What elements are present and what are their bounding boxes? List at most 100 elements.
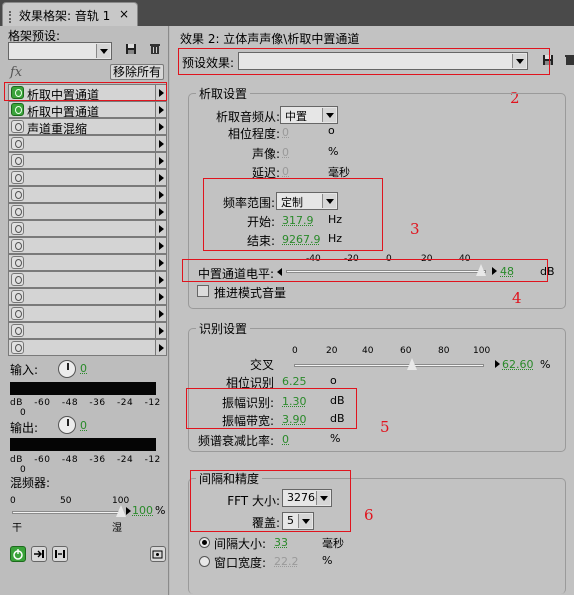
mixer-unit: % [155, 504, 165, 517]
expand-arrow-icon[interactable] [155, 238, 166, 253]
chevron-down-icon[interactable] [96, 44, 110, 58]
phase-recog-value[interactable]: 6.25 [282, 375, 307, 388]
save-preset-icon[interactable] [123, 43, 139, 59]
expand-arrow-icon[interactable] [155, 221, 166, 236]
output-label: 输出: [10, 419, 38, 436]
crossover-slider-thumb[interactable] [407, 358, 417, 370]
tab-effects-rack[interactable]: 效果格架: 音轨 1 × [2, 2, 138, 26]
window-width-radio[interactable] [199, 556, 210, 567]
delete-preset-icon[interactable] [147, 43, 163, 59]
drag-grip-icon[interactable] [9, 11, 15, 23]
rack-slot[interactable] [8, 322, 167, 339]
power-icon[interactable] [11, 239, 24, 252]
rack-preset-select[interactable] [8, 42, 112, 60]
chevron-down-icon[interactable] [322, 108, 336, 122]
pan-value[interactable]: 0 [282, 146, 289, 159]
rack-slot[interactable] [8, 237, 167, 254]
annotation-box-2 [178, 48, 550, 75]
input-gain-knob[interactable] [58, 360, 76, 378]
phase-value[interactable]: 0 [282, 126, 289, 139]
interval-size-radio[interactable] [199, 537, 210, 548]
expand-arrow-icon[interactable] [155, 204, 166, 219]
insert-effect-icon[interactable] [31, 546, 47, 562]
rack-slot[interactable] [8, 152, 167, 169]
expand-arrow-icon[interactable] [155, 170, 166, 185]
crossover-value[interactable]: 62.60 [502, 358, 534, 371]
power-icon[interactable] [11, 273, 24, 286]
power-icon[interactable] [11, 324, 24, 337]
advanced-mode-checkbox[interactable] [197, 285, 209, 297]
rack-slot[interactable] [8, 203, 167, 220]
mixer-wet-label: 湿 [112, 519, 122, 534]
expand-arrow-icon[interactable] [155, 136, 166, 151]
rack-slot[interactable] [8, 169, 167, 186]
rack-slot[interactable]: 析取中置通道 [8, 101, 167, 118]
interval-size-label: 间隔大小: [214, 535, 266, 552]
expand-arrow-icon[interactable] [155, 255, 166, 270]
close-tab-icon[interactable]: × [119, 7, 129, 21]
crossover-tick-80: 80 [438, 346, 449, 356]
delay-value[interactable]: 0 [282, 165, 289, 178]
mixer-value[interactable]: 100 [132, 504, 153, 517]
rack-slot[interactable] [8, 288, 167, 305]
expand-arrow-icon[interactable] [155, 340, 166, 355]
output-gain-knob[interactable] [58, 416, 76, 434]
annotation-label-4: 4 [512, 289, 522, 307]
pan-label: 声像: [200, 145, 280, 162]
window-width-value[interactable]: 22.2 [274, 555, 299, 568]
input-level-meter [10, 382, 156, 395]
annotation-label-3: 3 [410, 220, 420, 238]
power-icon[interactable] [11, 290, 24, 303]
power-icon[interactable] [11, 103, 24, 116]
output-level-meter [10, 438, 156, 451]
crossover-tick-60: 60 [400, 346, 411, 356]
rack-slot[interactable] [8, 254, 167, 271]
expand-arrow-icon[interactable] [155, 289, 166, 304]
remove-all-button[interactable]: 移除所有 [110, 64, 164, 80]
prefader-icon[interactable] [52, 546, 68, 562]
expand-arrow-icon[interactable] [155, 119, 166, 134]
interval-size-value[interactable]: 33 [274, 536, 288, 549]
crossover-tick-20: 20 [326, 346, 337, 356]
input-gain-value[interactable]: 0 [80, 362, 87, 375]
power-icon[interactable] [11, 256, 24, 269]
power-icon[interactable] [11, 137, 24, 150]
power-icon[interactable] [11, 307, 24, 320]
advanced-mode-label: 推进模式音量 [214, 284, 286, 301]
rack-slot[interactable] [8, 305, 167, 322]
power-icon[interactable] [11, 154, 24, 167]
expand-arrow-icon[interactable] [155, 306, 166, 321]
mixer-slider-thumb[interactable] [116, 505, 126, 517]
power-icon[interactable] [11, 222, 24, 235]
power-icon[interactable] [11, 341, 24, 354]
delete-effect-preset-icon[interactable] [562, 54, 574, 70]
rack-slot[interactable] [8, 339, 167, 356]
spectral-decay-value[interactable]: 0 [282, 433, 289, 446]
mixer-slider-track[interactable] [12, 511, 122, 514]
output-gain-value[interactable]: 0 [80, 419, 87, 432]
rack-slot[interactable] [8, 135, 167, 152]
crossover-slider-track[interactable] [294, 364, 484, 367]
rack-slot[interactable] [8, 271, 167, 288]
mixer-dry-label: 干 [12, 519, 22, 534]
expand-arrow-icon[interactable] [155, 102, 166, 117]
expand-arrow-icon[interactable] [155, 272, 166, 287]
rack-slot[interactable]: 声道重混缩 [8, 118, 167, 135]
annotation-box-6 [190, 470, 351, 532]
expand-arrow-icon[interactable] [155, 323, 166, 338]
rack-settings-icon[interactable] [150, 546, 166, 562]
power-icon[interactable] [11, 120, 24, 133]
power-icon[interactable] [11, 188, 24, 201]
power-icon[interactable] [11, 171, 24, 184]
rack-slot[interactable] [8, 186, 167, 203]
expand-arrow-icon[interactable] [155, 153, 166, 168]
extract-from-select[interactable]: 中置 [280, 106, 338, 124]
power-icon[interactable] [11, 205, 24, 218]
rack-slot[interactable] [8, 220, 167, 237]
input-label: 输入: [10, 361, 38, 378]
extract-from-label: 析取音频从: [200, 108, 280, 125]
phase-unit: o [328, 124, 335, 137]
rack-power-icon[interactable] [10, 546, 26, 562]
annotation-label-6: 6 [364, 506, 374, 524]
expand-arrow-icon[interactable] [155, 187, 166, 202]
